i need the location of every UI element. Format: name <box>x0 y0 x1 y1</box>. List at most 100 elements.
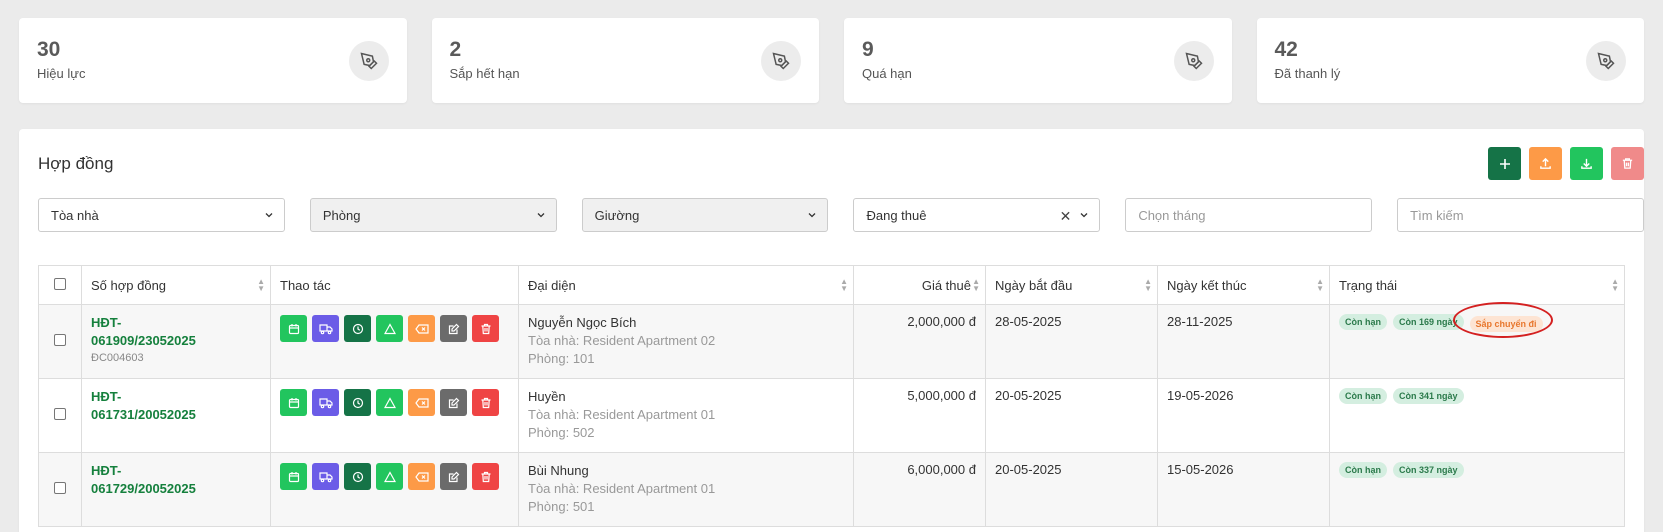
calendar-button[interactable] <box>280 315 307 342</box>
calendar-button[interactable] <box>280 463 307 490</box>
rep-building: Tòa nhà: Resident Apartment 01 <box>528 407 716 422</box>
calendar-icon <box>288 323 299 334</box>
delete-row-button[interactable] <box>472 315 499 342</box>
terminate-button[interactable] <box>408 315 435 342</box>
contract-cell: HĐT- 061731/20052025 <box>81 378 271 453</box>
contract-link[interactable]: HĐT- 061731/20052025 <box>91 388 261 424</box>
calendar-button[interactable] <box>280 389 307 416</box>
stat-card-active: 30 Hiệu lực <box>19 18 407 103</box>
rep-name: Bùi Nhung <box>528 463 589 478</box>
delete-row-button[interactable] <box>472 389 499 416</box>
history-button[interactable] <box>344 389 371 416</box>
table-row: HĐT- 061909/23052025 ĐC004603 Nguyễn Ngọ… <box>38 301 1625 379</box>
status-badge: Còn hạn <box>1339 388 1387 404</box>
month-picker-placeholder: Chọn tháng <box>1138 207 1206 223</box>
col-representative[interactable]: Đại diện ▲ ▼ <box>518 265 854 305</box>
start-date-cell: 20-05-2025 <box>985 378 1158 453</box>
move-button[interactable] <box>312 315 339 342</box>
row-checkbox[interactable] <box>54 482 66 494</box>
chevron-down-icon <box>537 213 545 218</box>
plus-icon <box>1499 158 1510 169</box>
header-label: Trạng thái <box>1339 277 1398 293</box>
contract-link[interactable]: HĐT- 061729/20052025 <box>91 462 261 498</box>
chevron-down-icon <box>1080 213 1088 218</box>
clock-icon <box>352 323 363 334</box>
add-button[interactable] <box>1488 147 1521 180</box>
triangle-icon <box>383 322 396 334</box>
annotation-wrapper: Sắp chuyển đi <box>1452 301 1553 338</box>
move-button[interactable] <box>312 463 339 490</box>
stat-value: 42 <box>1274 38 1298 61</box>
delete-row-button[interactable] <box>472 463 499 490</box>
history-button[interactable] <box>344 315 371 342</box>
building-select-value: Tòa nhà <box>51 207 99 223</box>
col-end-date[interactable]: Ngày kết thúc ▲ ▼ <box>1157 265 1330 305</box>
price-cell: 5,000,000 đ <box>853 378 986 453</box>
row-checkbox[interactable] <box>54 334 66 346</box>
contract-cell: HĐT- 061729/20052025 <box>81 452 271 527</box>
stat-value: 9 <box>862 38 874 61</box>
trash-icon <box>1622 158 1633 169</box>
page-title: Hợp đồng <box>38 154 114 173</box>
stat-card-expiring: 2 Sắp hết hạn <box>431 18 819 103</box>
header-label: Thao tác <box>280 277 331 293</box>
col-start-date[interactable]: Ngày bắt đầu ▲ ▼ <box>985 265 1158 305</box>
month-picker[interactable]: Chọn tháng <box>1125 198 1373 232</box>
search-input[interactable]: Tìm kiếm <box>1397 198 1644 232</box>
days-left-badge: Còn 341 ngày <box>1393 388 1464 404</box>
status-badge: Còn hạn <box>1339 462 1387 478</box>
download-button[interactable] <box>1570 147 1603 180</box>
edit-button[interactable] <box>440 389 467 416</box>
edit-button[interactable] <box>440 463 467 490</box>
delete-button[interactable] <box>1611 147 1644 180</box>
bed-select[interactable]: Giường <box>581 198 829 232</box>
rep-building: Tòa nhà: Resident Apartment 01 <box>528 481 716 496</box>
calendar-icon <box>288 397 299 408</box>
header-label: Đại diện <box>528 277 576 293</box>
stat-value: 30 <box>37 38 61 61</box>
warning-button[interactable] <box>376 463 403 490</box>
room-select[interactable]: Phòng <box>309 198 557 232</box>
representative-cell: Nguyễn Ngọc Bích Tòa nhà: Resident Apart… <box>518 304 854 379</box>
contract-link[interactable]: HĐT- 061909/23052025 <box>91 314 261 350</box>
select-all-cell <box>38 265 82 305</box>
sort-icon: ▲ ▼ <box>1611 277 1619 293</box>
upload-icon <box>1540 157 1551 169</box>
toolbar-actions <box>1488 147 1644 180</box>
filter-bar: Tòa nhà Phòng Giường Đang thuê ✕ Chọn th… <box>38 198 1644 232</box>
warning-button[interactable] <box>376 389 403 416</box>
edit-icon <box>448 471 459 482</box>
price-cell: 2,000,000 đ <box>853 304 986 379</box>
start-date-cell: 20-05-2025 <box>985 452 1158 527</box>
col-contract-number[interactable]: Số hợp đồng ▲ ▼ <box>81 265 271 305</box>
terminate-button[interactable] <box>408 463 435 490</box>
edit-button[interactable] <box>440 315 467 342</box>
signature-pen-icon <box>348 41 389 81</box>
start-date-cell: 28-05-2025 <box>985 304 1158 379</box>
clear-icon[interactable]: ✕ <box>1060 208 1072 225</box>
end-date-cell: 15-05-2026 <box>1157 452 1330 527</box>
select-all-checkbox[interactable] <box>54 277 66 290</box>
truck-icon <box>318 397 333 408</box>
chevron-down-icon <box>809 213 816 218</box>
col-price[interactable]: Giá thuê ▲ ▼ <box>853 265 986 305</box>
calendar-icon <box>288 471 299 482</box>
trash-icon <box>481 397 490 408</box>
header-label: Ngày kết thúc <box>1167 277 1247 293</box>
row-check-cell <box>38 378 82 453</box>
status-cell: Còn hạn Còn 169 ngày Sắp chuyển đi <box>1329 301 1625 379</box>
building-select[interactable]: Tòa nhà <box>38 198 285 232</box>
move-button[interactable] <box>312 389 339 416</box>
contracts-table: Số hợp đồng ▲ ▼ Thao tác Đại diện ▲ ▼ Giá th… <box>38 265 1625 527</box>
col-status[interactable]: Trạng thái ▲ ▼ <box>1329 265 1625 305</box>
sort-icon: ▲ ▼ <box>1144 277 1152 293</box>
row-checkbox[interactable] <box>54 408 66 420</box>
terminate-button[interactable] <box>408 389 435 416</box>
actions-cell <box>270 452 519 527</box>
status-select[interactable]: Đang thuê ✕ <box>853 198 1101 232</box>
triangle-icon <box>383 470 396 482</box>
upload-button[interactable] <box>1529 147 1562 180</box>
stat-value: 2 <box>449 38 462 61</box>
history-button[interactable] <box>344 463 371 490</box>
warning-button[interactable] <box>376 315 403 342</box>
